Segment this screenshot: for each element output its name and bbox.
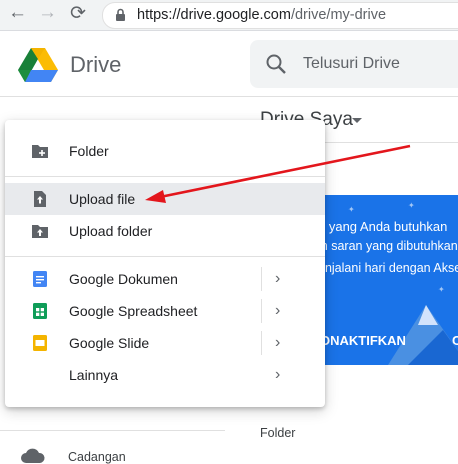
menu-item-separator	[261, 331, 262, 355]
drive-logo-icon[interactable]	[18, 48, 58, 82]
menu-item-label: Lainnya	[69, 367, 119, 383]
promo-dismiss-button[interactable]: ONAKTIFKAN	[320, 333, 406, 348]
menu-item-label: Folder	[69, 143, 109, 159]
menu-item-upload-folder[interactable]: Upload folder	[5, 215, 325, 247]
chevron-right-icon[interactable]: ›	[275, 334, 280, 352]
menu-item-google-sheets[interactable]: Google Spreadsheet ›	[5, 295, 325, 327]
url-host: https://drive.google.com	[137, 7, 291, 23]
search-box[interactable]: Telusuri Drive	[250, 40, 458, 88]
promo-title: n yang Anda butuhkan	[318, 219, 448, 234]
file-upload-icon	[34, 191, 46, 207]
menu-item-label: Upload file	[69, 191, 136, 207]
menu-item-google-docs[interactable]: Google Dokumen ›	[5, 263, 325, 295]
app-name[interactable]: Drive	[70, 52, 121, 78]
menu-item-more[interactable]: Lainnya ›	[5, 359, 325, 391]
sheets-icon	[33, 303, 47, 319]
lock-icon	[116, 8, 125, 21]
reload-icon[interactable]: ⟳	[70, 2, 86, 25]
chevron-right-icon[interactable]: ›	[275, 302, 280, 320]
address-bar[interactable]: https://drive.google.com/drive/my-drive	[102, 2, 458, 29]
browser-toolbar: ← → ⟳ https://drive.google.com/drive/my-…	[0, 0, 458, 31]
star-icon: ✦	[348, 205, 355, 214]
menu-divider	[5, 176, 325, 177]
menu-item-separator	[261, 267, 262, 291]
forward-arrow-icon[interactable]: →	[38, 2, 57, 24]
promo-secondary-button[interactable]: C	[452, 333, 458, 348]
menu-item-label: Google Slide	[69, 335, 150, 351]
menu-item-label: Upload folder	[69, 223, 153, 239]
chevron-right-icon[interactable]: ›	[275, 270, 280, 288]
mountain-illustration	[388, 305, 458, 365]
promo-text-line: in saran yang dibutuhkan	[318, 239, 458, 253]
star-icon: ✦	[408, 201, 415, 210]
search-input[interactable]: Telusuri Drive	[303, 55, 400, 73]
folder-section-label: Folder	[260, 426, 296, 440]
new-menu: Folder Upload file Upload folder Google …	[5, 120, 325, 407]
sidebar-divider	[0, 430, 225, 431]
search-icon[interactable]	[265, 53, 287, 75]
star-icon: ✦	[438, 285, 445, 294]
menu-divider	[5, 256, 325, 257]
menu-item-separator	[261, 299, 262, 323]
promo-card: ✦ ✦ ✦ n yang Anda butuhkan in saran yang…	[318, 195, 458, 365]
menu-item-label: Google Spreadsheet	[69, 303, 198, 319]
chevron-right-icon[interactable]: ›	[275, 366, 280, 384]
url-path: /drive/my-drive	[290, 7, 387, 23]
menu-item-label: Google Dokumen	[69, 271, 178, 287]
slides-icon	[33, 335, 47, 351]
header-divider	[0, 96, 458, 97]
cloud-icon	[21, 448, 45, 463]
new-folder-icon	[32, 145, 48, 158]
back-arrow-icon[interactable]: ←	[8, 2, 27, 24]
docs-icon	[33, 271, 47, 287]
caret-down-icon[interactable]	[352, 118, 362, 123]
menu-item-google-slides[interactable]: Google Slide ›	[5, 327, 325, 359]
folder-upload-icon	[32, 225, 48, 238]
menu-item-upload-file[interactable]: Upload file	[5, 183, 325, 215]
url-text: https://drive.google.com/drive/my-drive	[137, 7, 386, 23]
menu-item-folder[interactable]: Folder	[5, 135, 325, 167]
promo-text-line: enjalani hari dengan Akse	[318, 261, 458, 275]
